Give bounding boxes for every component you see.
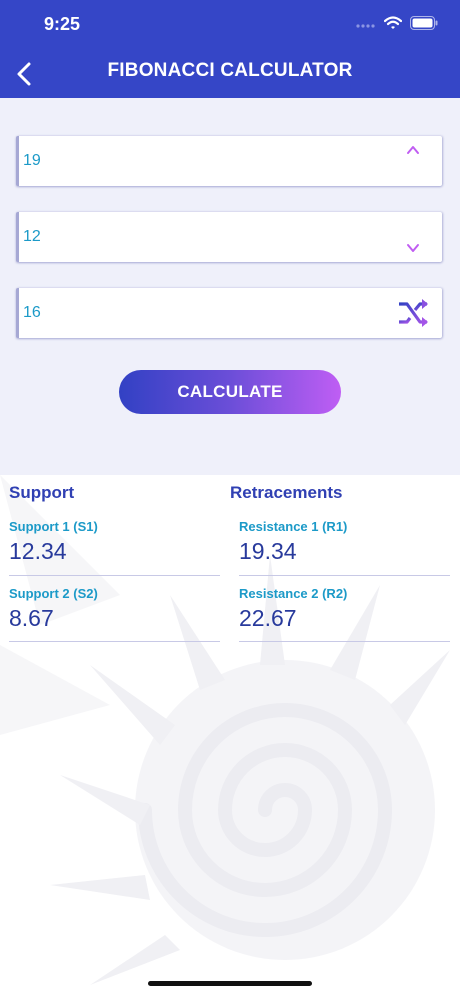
status-icons <box>356 16 438 30</box>
divider <box>239 641 450 642</box>
divider <box>9 641 220 642</box>
arrow-up-icon <box>407 146 419 176</box>
resistance-2-label: Resistance 2 (R2) <box>239 586 348 601</box>
signal-icon <box>356 24 375 28</box>
status-time: 9:25 <box>44 14 81 34</box>
spiral-watermark-icon <box>0 475 450 985</box>
resistance-2-value: 22.67 <box>239 605 297 631</box>
resistance-1-value: 19.34 <box>239 538 297 564</box>
support-title: Support <box>9 483 75 502</box>
support-1-value: 12.34 <box>9 538 67 564</box>
divider <box>9 575 220 576</box>
arrow-down-icon <box>407 222 419 252</box>
current-price-input[interactable] <box>23 288 383 338</box>
low-price-field[interactable] <box>16 212 442 262</box>
home-indicator[interactable] <box>148 981 312 986</box>
shuffle-icon <box>399 299 428 327</box>
retracements-title: Retracements <box>230 483 343 502</box>
calculate-button[interactable]: CALCULATE <box>119 370 341 414</box>
status-bar: 9:25 <box>0 0 460 50</box>
app-header: 9:25 FIBONACCI CALCULATOR <box>0 0 460 98</box>
wifi-icon <box>384 16 402 29</box>
support-1-label: Support 1 (S1) <box>9 519 98 534</box>
low-price-input[interactable] <box>23 212 383 262</box>
support-2-label: Support 2 (S2) <box>9 586 98 601</box>
high-price-input[interactable] <box>23 136 383 186</box>
resistance-1-label: Resistance 1 (R1) <box>239 519 348 534</box>
battery-icon <box>410 16 438 30</box>
high-price-field[interactable] <box>16 136 442 186</box>
support-2-value: 8.67 <box>9 605 54 631</box>
input-form: CALCULATE <box>0 98 460 475</box>
divider <box>239 575 450 576</box>
results-panel: Support Retracements Support 1 (S1) 12.3… <box>0 475 460 996</box>
current-price-field[interactable] <box>16 288 442 338</box>
page-title: FIBONACCI CALCULATOR <box>107 60 353 81</box>
